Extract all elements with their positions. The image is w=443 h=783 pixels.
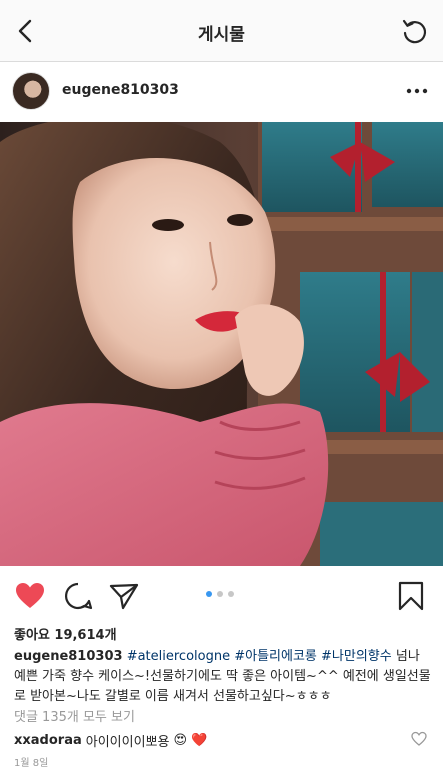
carousel-dot — [206, 591, 212, 597]
carousel-indicator — [206, 591, 234, 599]
hashtag-link[interactable]: #아틀리에코롱 — [234, 649, 317, 664]
hashtag-link[interactable]: #ateliercologne — [127, 649, 230, 664]
more-horizontal-icon[interactable] — [405, 80, 429, 102]
comment-icon[interactable] — [62, 580, 94, 612]
share-icon[interactable] — [108, 580, 140, 612]
post-actions — [0, 566, 443, 624]
top-navigation-bar: 게시물 — [0, 0, 443, 62]
heart-eyes-emoji: 😍 — [173, 733, 188, 748]
carousel-dot — [217, 591, 223, 597]
view-all-comments-link[interactable]: 댓글 135개 모두 보기 — [14, 706, 135, 725]
heart-icon[interactable] — [14, 580, 46, 612]
post-username[interactable]: eugene810303 — [62, 82, 179, 98]
comment-username[interactable]: xxadoraa — [14, 733, 82, 748]
avatar[interactable] — [12, 72, 50, 110]
refresh-icon[interactable] — [399, 16, 429, 46]
post-photo-illustration — [0, 122, 443, 566]
post-caption: eugene810303 #ateliercologne #아틀리에코롱 #나만… — [14, 647, 432, 707]
post-header: eugene810303 — [0, 62, 443, 122]
red-heart-emoji: ❤️ — [191, 733, 208, 748]
page-title: 게시물 — [198, 25, 245, 45]
comment-like-heart-icon[interactable] — [411, 731, 427, 747]
caption-username[interactable]: eugene810303 — [14, 649, 123, 664]
hashtag-link[interactable]: #나만의향수 — [321, 649, 392, 664]
bookmark-icon[interactable] — [395, 580, 427, 612]
post-date: 1월 8일 — [14, 758, 49, 769]
like-count[interactable]: 좋아요 19,614개 — [14, 624, 117, 643]
post-photo[interactable] — [0, 122, 443, 566]
comment-item: xxadoraa 아이이이이뽀용 😍 ❤️ — [14, 731, 207, 750]
carousel-dot — [228, 591, 234, 597]
comment-text: 아이이이이뽀용 — [85, 735, 170, 750]
